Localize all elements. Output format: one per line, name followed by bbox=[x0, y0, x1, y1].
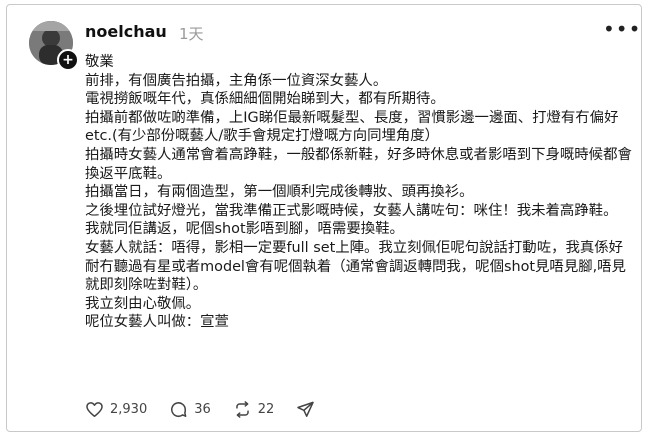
post-paragraph: 拍攝當日，有兩個造型，第一個順利完成後轉妝、頭再換衫。 bbox=[85, 184, 474, 201]
post-paragraph: 之後埋位試好燈光，當我準備正式影嘅時候，女藝人講咗句：咪住！我未着高踭鞋。 bbox=[85, 202, 618, 219]
follow-plus-icon[interactable]: + bbox=[57, 49, 79, 71]
post-paragraph: 敬業 bbox=[85, 54, 114, 70]
comment-button[interactable]: 36 bbox=[169, 400, 211, 419]
repost-icon bbox=[235, 401, 249, 418]
post-paragraph: 女藝人就話：唔得，影相一定要full set上陣。我立刻佩佢呢句說話打動咗，我真… bbox=[85, 239, 626, 294]
repost-count: 22 bbox=[257, 402, 275, 417]
post-paragraph: 拍攝時女藝人通常會着高踭鞋，一般都係新鞋，好多時休息或者影唔到下身嘅時候都會換返… bbox=[85, 146, 632, 182]
comment-icon bbox=[171, 402, 187, 418]
action-bar: 2,930 36 22 bbox=[85, 400, 343, 419]
more-horizontal-icon[interactable]: ••• bbox=[603, 17, 641, 41]
timestamp: 1天 bbox=[179, 25, 204, 43]
post-paragraph: 拍攝前都做咗啲準備，上IG睇佢最新嘅髮型、長度，習慣影邊一邊面、打燈有冇偏好et… bbox=[85, 109, 619, 145]
comment-count: 36 bbox=[194, 402, 211, 417]
like-button[interactable]: 2,930 bbox=[85, 400, 147, 419]
username[interactable]: noelchau bbox=[85, 22, 167, 41]
post-card: + noelchau 1天 ••• 敬業 前排，有個廣告拍攝，主角係一位資深女藝… bbox=[6, 4, 642, 432]
send-icon bbox=[297, 401, 315, 417]
repost-button[interactable]: 22 bbox=[233, 400, 275, 419]
post-paragraph: 我就同佢講返，呢個shot影唔到腳，唔需要換鞋。 bbox=[85, 221, 404, 238]
post-body: 敬業 前排，有個廣告拍攝，主角係一位資深女藝人。 電視撈飯嘅年代，真係細細個開始… bbox=[85, 53, 633, 332]
post-paragraph: 電視撈飯嘅年代，真係細細個開始睇到大，都有所期待。 bbox=[85, 91, 445, 108]
post-paragraph: 呢位女藝人叫做：宣萱 bbox=[85, 314, 229, 331]
like-count: 2,930 bbox=[110, 402, 148, 417]
post-paragraph: 我立刻由心敬佩。 bbox=[85, 295, 201, 312]
share-button[interactable] bbox=[296, 400, 321, 419]
post-paragraph: 前排，有個廣告拍攝，主角係一位資深女藝人。 bbox=[85, 72, 388, 89]
heart-icon bbox=[86, 402, 103, 417]
